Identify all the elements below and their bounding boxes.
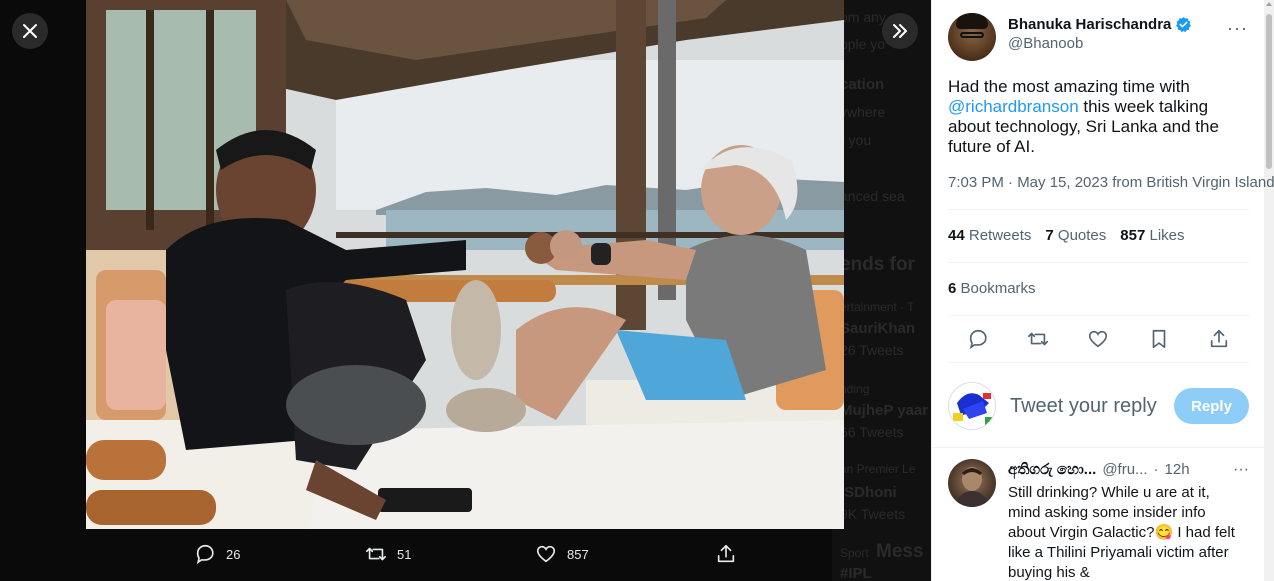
divider [932,447,1265,448]
ghost-text: 9K Tweets [840,506,906,522]
retweet-icon [366,547,386,561]
tweet-text: Had the most amazing time with @richardb… [948,77,1248,157]
verified-badge-icon [1176,17,1192,33]
share-icon [1210,329,1228,348]
reply-author-name[interactable]: අතිගරු හො... [1008,461,1096,478]
scrollbar-thumb[interactable] [1266,14,1272,169]
tweet-timestamp[interactable]: 7:03 PM · May 15, 2023 from British Virg… [948,174,1274,191]
reply-time[interactable]: 12h [1165,461,1190,478]
reply-author-handle[interactable]: @fru... [1102,461,1147,478]
likes-stat[interactable]: 857 Likes [1120,227,1184,244]
tweet-photo[interactable] [86,0,844,529]
tweet-text-part: Had the most amazing time with [948,77,1190,96]
quotes-label: Quotes [1057,227,1107,244]
retweet-count: 51 [397,546,412,562]
reply-more-options-icon[interactable]: ··· [1233,461,1249,479]
ghost-text: ISDhoni [840,484,897,501]
ghost-text: ertainment · T [840,300,915,314]
heart-icon [1089,330,1108,348]
collapse-panel-button[interactable] [882,13,918,49]
retweet-icon [1028,332,1049,346]
author-avatar[interactable] [948,13,996,61]
close-icon [23,24,37,38]
share-button[interactable] [1208,328,1230,350]
retweets-count: 44 [948,227,965,244]
retweet-button[interactable] [1027,328,1049,350]
avatar-graphic [954,467,990,507]
current-user-avatar[interactable] [948,382,996,430]
author-handle[interactable]: @Bhanoob [1008,35,1192,52]
media-viewer: om any ople yo cation ywhere r you anced… [0,0,931,581]
tweet-author: Bhanuka Harischandra @Bhanoob [948,13,1192,61]
ghost-text: ople yo [840,36,886,52]
retweets-stat[interactable]: 44 Retweets [948,227,1031,244]
retweets-label: Retweets [968,227,1032,244]
ghost-text: nding [840,382,870,396]
bookmark-icon [1152,329,1165,349]
ghost-text: 66 Tweets [840,424,904,440]
avatar-graphic [949,383,995,429]
heart-icon [536,545,556,563]
ghost-text: ends for [840,254,915,275]
reply-icon [196,544,214,565]
reply-author-avatar[interactable] [948,459,996,507]
reply-header: අතිගරු හො... @fru... · 12h [1008,461,1248,478]
dot-separator: · [1153,461,1159,478]
likes-count: 857 [1120,227,1146,244]
scroll-up-arrow-icon[interactable] [1266,2,1272,6]
ghost-text: cation [840,76,885,93]
quotes-stat[interactable]: 7 Quotes [1045,227,1106,244]
divider [948,362,1249,363]
reply-text: Still drinking? While u are at it, mind … [1008,484,1235,581]
double-chevron-right-icon [893,24,907,38]
ghost-text: r you [840,132,872,148]
photo-illustration [86,0,844,529]
more-options-icon[interactable]: ··· [1227,18,1248,39]
quotes-count: 7 [1045,227,1054,244]
ghost-text: SauriKhan [840,320,916,337]
share-icon [717,544,735,563]
scrollbar[interactable] [1264,0,1274,581]
reply-submit-button[interactable]: Reply [1174,388,1249,424]
reply-composer: Tweet your reply Reply [948,380,1249,432]
bookmarks-stat[interactable]: 6 Bookmarks [948,280,1036,297]
reply-input[interactable]: Tweet your reply [1010,395,1174,418]
share-action[interactable] [715,543,737,565]
ghost-text: MujheP yaar [840,402,929,419]
reply-count: 26 [226,546,241,562]
bookmark-button[interactable] [1148,328,1170,350]
ghost-text: anced sea [840,188,905,204]
reply-button[interactable] [967,328,989,350]
reply-icon [969,329,987,350]
divider [948,209,1249,210]
tweet-stats: 44 Retweets 7 Quotes 857 Likes [948,227,1185,244]
like-button[interactable] [1087,328,1109,350]
ghost-text: an Premier Le [840,462,916,476]
ghost-text: 26 Tweets [840,342,904,358]
like-count: 857 [567,546,589,562]
likes-label: Likes [1149,227,1185,244]
divider [948,315,1249,316]
divider [948,262,1249,263]
close-button[interactable] [12,13,48,49]
background-page: om any ople yo cation ywhere r you anced… [832,0,931,581]
ghost-text: om any [840,9,886,25]
bookmarks-label: Bookmarks [960,280,1036,297]
ghost-text: ywhere [840,104,886,120]
mention-link[interactable]: @richardbranson [948,97,1079,116]
tweet-action-row [948,318,1249,360]
tweet-detail-panel: Bhanuka Harischandra @Bhanoob ··· Had th… [931,0,1274,581]
bookmarks-count: 6 [948,280,957,297]
media-action-bar: 26 51 857 [0,529,931,581]
author-name-text: Bhanuka Harischandra [1008,16,1172,33]
retweet-action[interactable]: 51 [365,543,411,565]
like-action[interactable]: 857 [535,543,589,565]
author-display-name[interactable]: Bhanuka Harischandra [1008,16,1192,33]
reply-action[interactable]: 26 [194,543,240,565]
